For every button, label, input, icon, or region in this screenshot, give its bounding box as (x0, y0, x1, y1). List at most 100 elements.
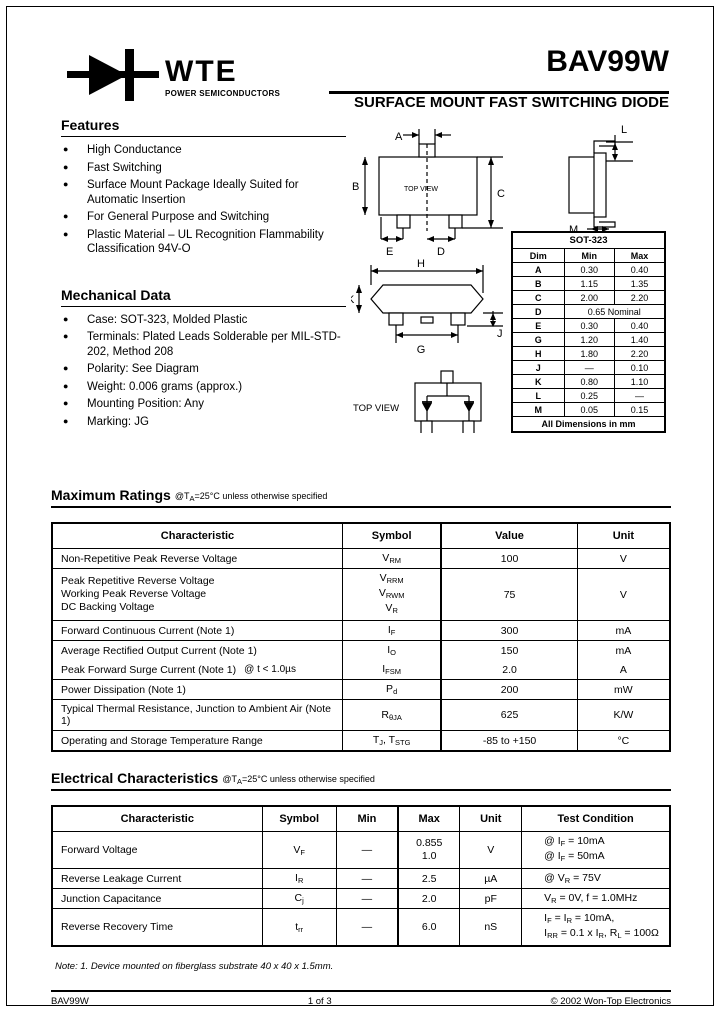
dim-label-j: J (497, 328, 503, 340)
unit-cell: mW (576, 679, 671, 700)
max-cell: 0.40 (614, 318, 666, 333)
col-min: Min (335, 805, 399, 832)
features-section: Features High Conductance Fast Switching… (61, 117, 346, 257)
page-footer: BAV99W 1 of 3 © 2002 Won-Top Electronics (51, 996, 671, 1007)
col-value: Value (440, 522, 578, 549)
col-symbol: Symbol (261, 805, 337, 832)
value-cell: 2.0 (440, 660, 578, 680)
unit-cell: A (576, 660, 671, 680)
min-cell: — (335, 831, 399, 869)
col-unit: Unit (576, 522, 671, 549)
span-cell: 0.65 Nominal (563, 304, 666, 319)
min-cell: 0.80 (563, 374, 616, 389)
characteristic-text: Peak Forward Surge Current (Note 1) (61, 663, 237, 676)
table-row: Typical Thermal Resistance, Junction to … (51, 699, 671, 731)
min-cell: 2.00 (563, 290, 616, 305)
max-cell: 0.40 (614, 262, 666, 277)
min-cell: 1.20 (563, 332, 616, 347)
maximum-ratings-section: Maximum Ratings @TA=25°C unless otherwise… (51, 487, 671, 752)
symbol-cell: trr (261, 908, 337, 947)
table-row: J — 0.10 (511, 360, 666, 375)
symbol-cell: VF (261, 831, 337, 869)
dim-label-l: L (621, 124, 627, 136)
dim-label-d: D (437, 246, 445, 258)
value-cell: -85 to +150 (440, 730, 578, 752)
characteristic-extra: @ t < 1.0µs (244, 663, 296, 675)
dim-cell: E (511, 318, 565, 333)
dim-label-g: G (417, 344, 426, 356)
max-cell: 0.10 (614, 360, 666, 375)
col-max: Max (397, 805, 461, 832)
dim-cell: K (511, 374, 565, 389)
col-unit: Unit (459, 805, 523, 832)
table-row: L 0.25 — (511, 388, 666, 403)
unit-cell: mA (576, 620, 671, 641)
table-row: Power Dissipation (Note 1) Pd 200 mW (51, 679, 671, 700)
schematic-view-label: TOP VIEW (353, 403, 399, 414)
table-row: Reverse Recovery Time trr — 6.0 nS IF = … (51, 908, 671, 947)
dimension-table-wrap: SOT-323 Dim Min Max A 0.30 0.40 B 1.15 1… (511, 231, 666, 433)
symbol-cell: IR (261, 868, 337, 889)
list-item: Marking: JG (61, 414, 346, 430)
footer-page-number: 1 of 3 (307, 996, 332, 1007)
symbol-cell: RθJA (341, 699, 442, 731)
symbol-cell: IF (341, 620, 442, 641)
test-condition-cell: IF = IR = 10mA, IRR = 0.1 x IR, RL = 100Ω (521, 908, 671, 947)
footer-divider (51, 990, 671, 992)
min-cell: 1.80 (563, 346, 616, 361)
company-logo: WTE POWER SEMICONDUCTORS (67, 49, 281, 101)
unit-cell: mA (576, 640, 671, 660)
characteristic-cell: Peak Forward Surge Current (Note 1) @ t … (51, 660, 343, 680)
min-cell: 0.05 (563, 402, 616, 417)
col-test-condition: Test Condition (521, 805, 671, 832)
max-cell: 2.20 (614, 346, 666, 361)
dim-cell: A (511, 262, 565, 277)
list-item: Surface Mount Package Ideally Suited for… (61, 177, 346, 207)
logo-tagline: POWER SEMICONDUCTORS (165, 89, 281, 98)
footer-copyright: © 2002 Won-Top Electronics (550, 996, 671, 1007)
dim-label-e: E (386, 246, 393, 258)
max-cell: 6.0 (397, 908, 461, 947)
characteristic-cell: Forward Continuous Current (Note 1) (51, 620, 343, 641)
page-header: WTE POWER SEMICONDUCTORS BAV99W SURFACE … (51, 31, 671, 113)
list-item: Weight: 0.006 grams (approx.) (61, 379, 346, 395)
features-list: High Conductance Fast Switching Surface … (61, 142, 346, 257)
col-characteristic: Characteristic (51, 805, 263, 832)
list-item: Polarity: See Diagram (61, 361, 346, 377)
table-row: Forward Voltage VF — 0.855 1.0 V @ IF = 1… (51, 831, 671, 869)
dim-cell: M (511, 402, 565, 417)
mechanical-data-section: Mechanical Data Case: SOT-323, Molded Pl… (61, 287, 346, 430)
table-row: H 1.80 2.20 (511, 346, 666, 361)
unit-cell: V (576, 568, 671, 621)
characteristic-cell: Average Rectified Output Current (Note 1… (51, 640, 343, 660)
table-row: D 0.65 Nominal (511, 304, 666, 319)
list-item: Terminals: Plated Leads Solderable per M… (61, 329, 346, 359)
list-item: High Conductance (61, 142, 346, 158)
dim-cell: L (511, 388, 565, 403)
table-row: A 0.30 0.40 (511, 262, 666, 277)
dim-cell: H (511, 346, 565, 361)
table-row: Operating and Storage Temperature Range … (51, 730, 671, 752)
max-cell: 2.20 (614, 290, 666, 305)
min-cell: — (335, 888, 399, 909)
characteristic-cell: Forward Voltage (51, 831, 263, 869)
symbol-cell: VRRM VRWM VR (341, 568, 442, 621)
table-row: Peak Forward Surge Current (Note 1) @ t … (51, 660, 671, 680)
max-ratings-heading: Maximum Ratings (51, 487, 171, 503)
diode-symbol-icon (67, 49, 159, 101)
characteristic-cell: Typical Thermal Resistance, Junction to … (51, 699, 343, 731)
datasheet-page: WTE POWER SEMICONDUCTORS BAV99W SURFACE … (6, 6, 714, 1007)
dim-label-c: C (497, 188, 505, 200)
max-cell: 1.35 (614, 276, 666, 291)
symbol-cell: Cj (261, 888, 337, 909)
page-subtitle: SURFACE MOUNT FAST SWITCHING DIODE (354, 94, 669, 111)
test-condition-cell: @ VR = 75V (521, 868, 671, 889)
maximum-ratings-table: Characteristic Symbol Value Unit Non-Rep… (51, 522, 671, 752)
features-heading: Features (61, 117, 120, 133)
characteristic-cell: Non-Repetitive Peak Reverse Voltage (51, 548, 343, 569)
value-cell: 75 (440, 568, 578, 621)
unit-cell: pF (459, 888, 523, 909)
table-row: C 2.00 2.20 (511, 290, 666, 305)
dim-cell: D (511, 304, 565, 319)
table-row: Forward Continuous Current (Note 1) IF 3… (51, 620, 671, 641)
